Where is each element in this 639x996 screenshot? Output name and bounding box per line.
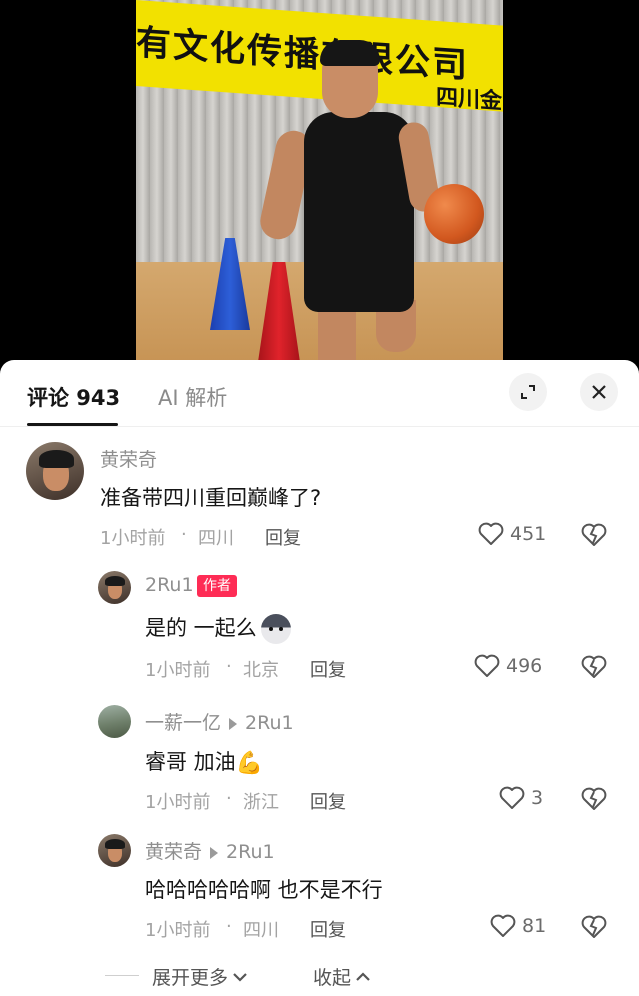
comment-location: 浙江 [243, 792, 279, 813]
banner-text: 有文化传播有限公司 [136, 23, 470, 87]
like-button[interactable]: 496 [474, 654, 542, 678]
close-icon [592, 385, 606, 399]
comment-text: 准备带四川重回巅峰了? [100, 486, 322, 510]
comment-time: 1小时前 [145, 660, 211, 681]
chevron-up-icon [356, 971, 370, 981]
collapse-label: 收起 [313, 967, 352, 989]
reply-button[interactable]: 回复 [310, 788, 346, 814]
comment-reply-item: 一薪一亿 2Ru1 睿哥 加油💪 1小时前 · 浙江 回复 3 [0, 703, 639, 831]
player-hair [320, 40, 380, 66]
comment-username[interactable]: 2Ru1 [145, 574, 194, 596]
expand-more-label: 展开更多 [152, 967, 229, 989]
comment-time: 1小时前 [145, 792, 211, 813]
heart-icon [490, 914, 516, 937]
comment-text: 睿哥 加油💪 [145, 746, 263, 776]
video-player[interactable]: 有文化传播有限公司 四川金 [0, 0, 639, 362]
comment-location: 四川 [243, 920, 279, 941]
reply-username[interactable]: 一薪一亿 [145, 712, 221, 734]
dislike-icon[interactable] [581, 523, 607, 547]
banner-text-secondary: 四川金 [436, 84, 503, 115]
like-count: 496 [506, 655, 543, 677]
avatar[interactable] [98, 705, 131, 738]
collapse-button[interactable]: 收起 [313, 963, 371, 990]
reply-to-username[interactable]: 2Ru1 [245, 712, 294, 734]
video-frame: 有文化传播有限公司 四川金 [136, 0, 503, 362]
reply-username[interactable]: 黄荣奇 [145, 841, 202, 863]
basketball [424, 184, 484, 244]
comment-text: 哈哈哈哈哈啊 也不是不行 [145, 878, 383, 902]
comment-time: 1小时前 [100, 528, 166, 549]
expand-more-button[interactable]: 展开更多 [152, 963, 248, 990]
like-button[interactable]: 451 [478, 522, 546, 546]
husky-emoji-icon [260, 614, 291, 644]
comment-text-content: 睿哥 加油 [145, 750, 236, 774]
flexed-biceps-icon: 💪 [235, 750, 264, 776]
tabs-divider [0, 426, 639, 427]
comment-username[interactable]: 一薪一亿 2Ru1 [145, 708, 294, 735]
reply-button[interactable]: 回复 [310, 656, 346, 682]
meta-separator: · [226, 788, 232, 809]
avatar[interactable] [98, 571, 131, 604]
like-button[interactable]: 81 [490, 914, 546, 938]
dislike-icon[interactable] [581, 915, 607, 939]
comment-text: 是的 一起么 [145, 612, 291, 644]
reply-arrow-icon [229, 717, 238, 730]
meta-separator: · [226, 916, 232, 937]
like-count: 451 [510, 523, 547, 545]
comment-time: 1小时前 [145, 920, 211, 941]
comment-item: 黄荣奇 准备带四川重回巅峰了? 1小时前 · 四川 回复 451 [0, 440, 639, 560]
dislike-icon[interactable] [581, 787, 607, 811]
player-jersey [304, 112, 414, 312]
expand-icon [521, 385, 535, 399]
close-button[interactable] [580, 373, 618, 411]
comment-username[interactable]: 黄荣奇 [100, 445, 157, 472]
heart-icon [478, 522, 504, 545]
expand-button[interactable] [509, 373, 547, 411]
like-button[interactable]: 3 [499, 786, 543, 810]
chevron-down-icon [233, 972, 247, 982]
meta-separator: · [226, 656, 232, 677]
tab-ai-analysis[interactable]: AI 解析 [158, 382, 227, 412]
comment-text-content: 是的 一起么 [145, 616, 257, 640]
like-count: 81 [522, 915, 547, 937]
author-badge: 作者 [197, 575, 237, 597]
tab-comments[interactable]: 评论 943 [27, 382, 120, 412]
comment-reply-item: 黄荣奇 2Ru1 哈哈哈哈哈啊 也不是不行 1小时前 · 四川 回复 81 [0, 832, 639, 960]
reply-to-username[interactable]: 2Ru1 [226, 841, 275, 863]
reply-button[interactable]: 回复 [310, 916, 346, 942]
comment-sheet: 评论 943 AI 解析 黄荣奇 准备带四川重回巅峰了? 1小时前 · 四川 回… [0, 360, 639, 996]
meta-separator: · [181, 524, 187, 545]
avatar[interactable] [26, 442, 84, 500]
comment-location: 四川 [198, 528, 234, 549]
footer-divider [105, 975, 139, 976]
reply-button[interactable]: 回复 [265, 524, 301, 550]
comment-location: 北京 [243, 660, 279, 681]
avatar[interactable] [98, 834, 131, 867]
like-count: 3 [531, 787, 544, 809]
reply-arrow-icon [210, 846, 219, 859]
comment-username[interactable]: 黄荣奇 2Ru1 [145, 837, 275, 864]
dislike-icon[interactable] [581, 655, 607, 679]
comment-reply-item: 2Ru1 作者 是的 一起么 1小时前 · 北京 回复 496 [0, 568, 639, 696]
heart-icon [499, 786, 525, 809]
heart-icon [474, 654, 500, 677]
